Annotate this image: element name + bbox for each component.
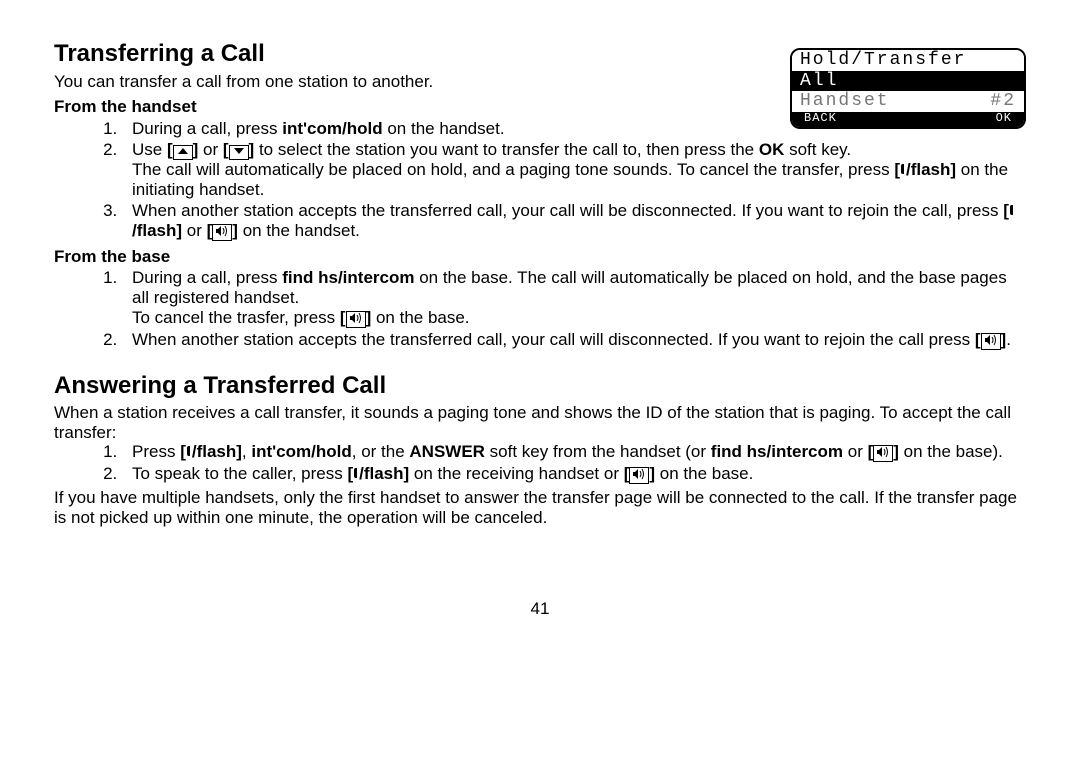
bs-step-2: When another station accepts the transfe… (122, 330, 1026, 350)
page-number: 41 (54, 599, 1026, 619)
list-base: During a call, press find hs/intercom on… (54, 268, 1026, 349)
lcd-screen: Hold/Transfer All Handset #2 BACK OK (790, 48, 1026, 129)
speaker-icon (212, 224, 232, 241)
lcd-dim-right: #2 (990, 91, 1016, 112)
hs-step-3: When another station accepts the transfe… (122, 201, 1026, 241)
an-step-1: Press [/flash], int'com/hold, or the ANS… (122, 442, 1026, 462)
speaker-icon (873, 445, 893, 462)
hs-step-2: Use [] or [] to select the station you w… (122, 140, 1026, 199)
list-handset: During a call, press int'com/hold on the… (54, 119, 1026, 241)
outro-paragraph: If you have multiple handsets, only the … (54, 488, 1026, 527)
softkey-ok: OK (996, 112, 1012, 126)
up-arrow-icon (173, 145, 193, 160)
down-arrow-icon (229, 145, 249, 160)
list-answering: Press [/flash], int'com/hold, or the ANS… (54, 442, 1026, 484)
bs-step-1: During a call, press find hs/intercom on… (122, 268, 1026, 327)
speaker-icon (346, 311, 366, 328)
lcd-selected-row: All (792, 71, 1024, 92)
speaker-icon (629, 467, 649, 484)
subhead-base: From the base (54, 247, 1026, 267)
an-step-2: To speak to the caller, press [/flash] o… (122, 464, 1026, 484)
talk-icon (1009, 204, 1015, 216)
intro-answering: When a station receives a call transfer,… (54, 403, 1026, 442)
lcd-dim-left: Handset (800, 91, 890, 112)
lcd-dim-row: Handset #2 (792, 91, 1024, 112)
lcd-softkeys: BACK OK (792, 112, 1024, 127)
lcd-title: Hold/Transfer (792, 50, 1024, 71)
softkey-back: BACK (804, 112, 837, 126)
heading-answering: Answering a Transferred Call (54, 372, 1026, 400)
speaker-icon (981, 333, 1001, 350)
